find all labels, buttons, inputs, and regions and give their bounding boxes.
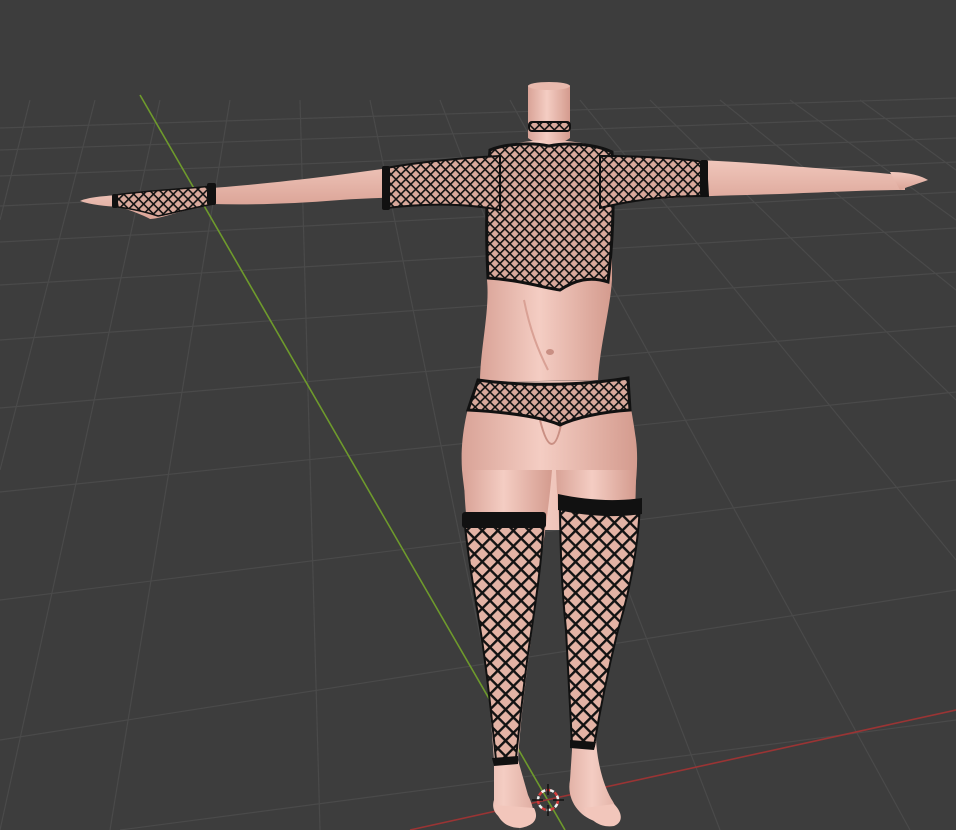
left-fishnet-stocking [462, 513, 546, 762]
right-sleeve [599, 154, 710, 210]
choker [528, 121, 571, 132]
viewport-canvas[interactable] [0, 0, 956, 830]
fishnet-glove [115, 185, 215, 217]
character-model[interactable] [80, 82, 928, 828]
3d-viewport[interactable] [0, 0, 956, 830]
fishnet-crop-top [485, 142, 615, 292]
right-fishnet-stocking [558, 498, 642, 748]
left-sleeve [385, 154, 501, 212]
